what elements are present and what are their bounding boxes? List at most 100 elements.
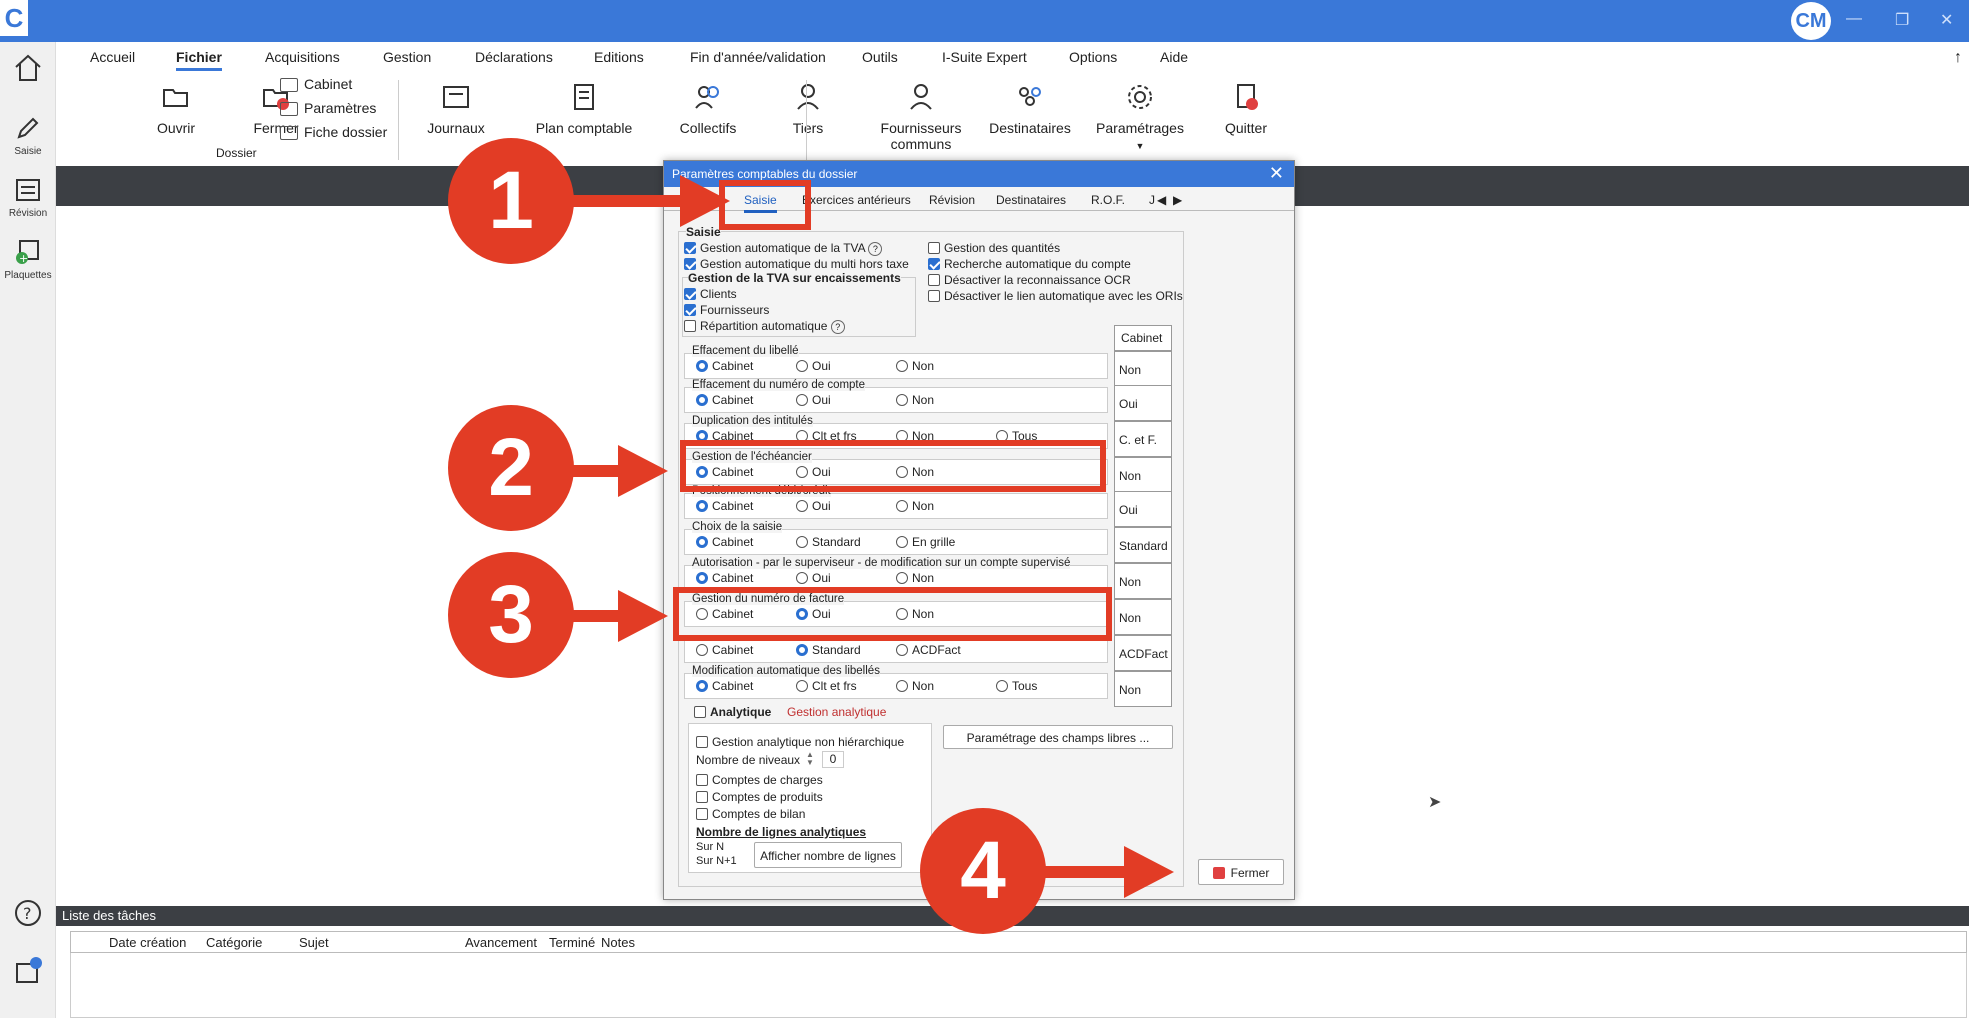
tab-exercices[interactable]: Exercices antérieurs: [802, 193, 911, 207]
radio-option[interactable]: ACDFact: [896, 643, 961, 657]
saisie-nav-item[interactable]: Saisie: [0, 114, 56, 157]
radio-button[interactable]: [696, 394, 708, 406]
menu-fin-annee[interactable]: Fin d'année/validation: [690, 49, 826, 65]
radio-option[interactable]: Non: [896, 393, 934, 407]
radio-button[interactable]: [696, 500, 708, 512]
checkbox[interactable]: [928, 290, 940, 302]
radio-button[interactable]: [996, 680, 1008, 692]
radio-button[interactable]: [796, 572, 808, 584]
checkbox[interactable]: [696, 808, 708, 820]
checkbox[interactable]: [696, 736, 708, 748]
menu-aide[interactable]: Aide: [1160, 49, 1188, 65]
radio-button[interactable]: [696, 536, 708, 548]
checkbox[interactable]: [928, 258, 940, 270]
checkbox[interactable]: [684, 242, 696, 254]
comptes-produits-checkbox[interactable]: Comptes de produits: [696, 790, 823, 804]
restore-icon[interactable]: ❐: [1895, 10, 1909, 30]
radio-option[interactable]: Oui: [796, 571, 831, 585]
radio-option[interactable]: Cabinet: [696, 571, 753, 585]
radio-option[interactable]: Non: [896, 499, 934, 513]
home-nav-item[interactable]: [0, 52, 56, 88]
radio-option[interactable]: Non: [896, 679, 934, 693]
checkbox[interactable]: [928, 242, 940, 254]
collapse-ribbon-icon[interactable]: ↑: [1954, 49, 1962, 67]
tab-revision[interactable]: Révision: [929, 193, 975, 207]
comptes-charges-checkbox[interactable]: Comptes de charges: [696, 773, 823, 787]
checkbox[interactable]: [928, 274, 940, 286]
cabinet-button[interactable]: Cabinet: [280, 76, 352, 93]
tva-auto-checkbox[interactable]: Gestion automatique de la TVA ?: [684, 241, 883, 256]
menu-fichier[interactable]: Fichier: [176, 49, 222, 71]
help-nav-item[interactable]: ?: [0, 898, 56, 932]
tiers-button[interactable]: Tiers: [753, 82, 863, 136]
radio-option[interactable]: Cabinet: [696, 393, 753, 407]
checkbox[interactable]: [696, 774, 708, 786]
radio-button[interactable]: [796, 394, 808, 406]
radio-option[interactable]: Cabinet: [696, 679, 753, 693]
radio-button[interactable]: [896, 394, 908, 406]
niveaux-spinner-icon[interactable]: ▲ ▼: [806, 751, 814, 767]
radio-option[interactable]: Standard: [796, 535, 861, 549]
radio-button[interactable]: [796, 680, 808, 692]
radio-button[interactable]: [796, 500, 808, 512]
plan-comptable-button[interactable]: Plan comptable: [504, 82, 664, 136]
tab-j[interactable]: J: [1149, 193, 1155, 207]
ocr-checkbox[interactable]: Désactiver la reconnaissance OCR: [928, 273, 1131, 287]
col-sujet[interactable]: Sujet: [299, 935, 329, 950]
menu-editions[interactable]: Editions: [594, 49, 644, 65]
checkbox[interactable]: [694, 706, 706, 718]
help-icon[interactable]: ?: [830, 319, 845, 334]
col-categorie[interactable]: Catégorie: [206, 935, 262, 950]
col-termine[interactable]: Terminé: [549, 935, 595, 950]
revision-nav-item[interactable]: Révision: [0, 176, 56, 219]
clients-checkbox[interactable]: Clients: [684, 287, 737, 301]
afficher-lignes-button[interactable]: Afficher nombre de lignes: [754, 842, 902, 868]
radio-button[interactable]: [696, 360, 708, 372]
close-window-icon[interactable]: ✕: [1940, 10, 1953, 30]
col-notes[interactable]: Notes: [601, 935, 635, 950]
non-hierarchique-checkbox[interactable]: Gestion analytique non hiérarchique: [696, 735, 904, 749]
gestion-analytique-link[interactable]: Gestion analytique: [787, 705, 886, 719]
checkbox[interactable]: [684, 288, 696, 300]
niveaux-input[interactable]: 0: [822, 751, 844, 768]
checkbox[interactable]: [684, 320, 696, 332]
radio-button[interactable]: [696, 680, 708, 692]
recherche-compte-checkbox[interactable]: Recherche automatique du compte: [928, 257, 1131, 271]
oris-checkbox[interactable]: Désactiver le lien automatique avec les …: [928, 289, 1183, 303]
champs-libres-button[interactable]: Paramétrage des champs libres ...: [943, 725, 1173, 749]
radio-option[interactable]: Oui: [796, 359, 831, 373]
fournisseurs-communs-button[interactable]: Fournisseurs communs: [856, 82, 986, 152]
checkbox[interactable]: [696, 791, 708, 803]
tab-rof[interactable]: R.O.F.: [1091, 193, 1125, 207]
minimize-icon[interactable]: —: [1846, 10, 1862, 28]
menu-outils[interactable]: Outils: [862, 49, 898, 65]
radio-button[interactable]: [896, 644, 908, 656]
parametres-button[interactable]: Paramètres: [280, 100, 376, 117]
radio-button[interactable]: [696, 572, 708, 584]
parametrages-button[interactable]: Paramétrages ▼: [1080, 82, 1200, 152]
user-avatar[interactable]: CM: [1791, 2, 1831, 40]
radio-button[interactable]: [896, 680, 908, 692]
menu-gestion[interactable]: Gestion: [383, 49, 431, 65]
journaux-button[interactable]: Journaux: [416, 82, 496, 136]
repartition-checkbox[interactable]: Répartition automatique ?: [684, 319, 845, 334]
destinataires-button[interactable]: Destinataires: [970, 82, 1090, 136]
tab-scroll-right-icon[interactable]: ▶: [1173, 193, 1182, 207]
quitter-button[interactable]: Quitter: [1186, 82, 1306, 136]
radio-button[interactable]: [896, 500, 908, 512]
radio-button[interactable]: [896, 360, 908, 372]
menu-options[interactable]: Options: [1069, 49, 1117, 65]
radio-option[interactable]: Cabinet: [696, 499, 753, 513]
plaquettes-nav-item[interactable]: + Plaquettes: [0, 238, 56, 281]
radio-option[interactable]: Clt et frs: [796, 679, 857, 693]
checkbox[interactable]: [684, 258, 696, 270]
menu-acquisitions[interactable]: Acquisitions: [265, 49, 340, 65]
menu-declarations[interactable]: Déclarations: [475, 49, 553, 65]
inbox-nav-item[interactable]: [0, 956, 56, 990]
dialog-fermer-button[interactable]: Fermer: [1198, 859, 1284, 885]
menu-isuite[interactable]: I-Suite Expert: [942, 49, 1027, 65]
analytique-checkbox[interactable]: Analytique: [694, 705, 771, 719]
radio-option[interactable]: Tous: [996, 679, 1037, 693]
radio-button[interactable]: [896, 536, 908, 548]
col-date-creation[interactable]: Date création: [109, 935, 186, 950]
